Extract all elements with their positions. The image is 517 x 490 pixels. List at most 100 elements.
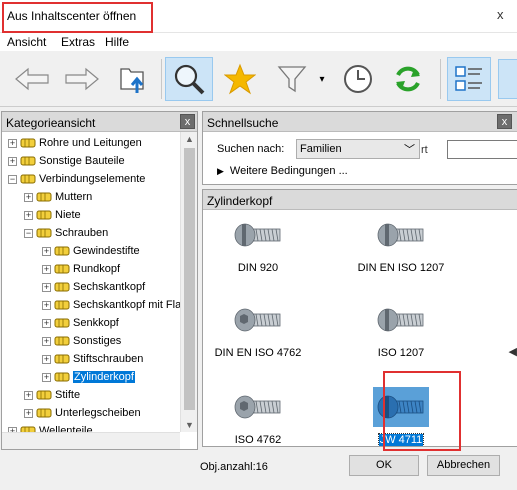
- result-item[interactable]: DIN EN ISO 4762: [208, 298, 308, 376]
- chevron-down-icon: ﹀: [404, 144, 415, 156]
- slotted-screw-icon: [377, 308, 424, 332]
- menu-hilfe[interactable]: Hilfe: [105, 35, 129, 49]
- ok-button[interactable]: OK: [349, 455, 419, 476]
- tree-item-label: Zylinderkopf: [73, 371, 135, 383]
- expand-icon[interactable]: +: [42, 336, 51, 346]
- splitter-arrow-icon[interactable]: ◀: [509, 345, 517, 358]
- selected-item-highlight: [383, 371, 461, 451]
- expand-icon[interactable]: +: [24, 192, 33, 202]
- more-conditions-label: Weitere Bedingungen ...: [229, 165, 348, 177]
- scroll-down-arrow[interactable]: ▼: [185, 420, 194, 430]
- expand-icon[interactable]: +: [8, 156, 17, 166]
- filter-button[interactable]: [272, 57, 312, 101]
- cancel-button[interactable]: Abbrechen: [427, 455, 500, 476]
- expand-icon[interactable]: +: [42, 354, 51, 364]
- back-button[interactable]: [10, 57, 54, 101]
- object-count-value: 16: [255, 461, 268, 473]
- tree-item[interactable]: + Muttern: [24, 188, 92, 206]
- view-list-button[interactable]: [447, 57, 491, 101]
- scroll-thumb[interactable]: [184, 148, 195, 410]
- folder-up-icon: [120, 68, 144, 93]
- search-input[interactable]: [447, 140, 517, 159]
- tree-item[interactable]: + Sechskantkopf: [42, 278, 145, 296]
- folder-up-button[interactable]: [112, 57, 156, 101]
- expand-icon[interactable]: +: [24, 210, 33, 220]
- tree-item[interactable]: + Sonstige Bauteile: [8, 152, 125, 170]
- category-panel-header: Kategorieansicht x: [2, 112, 197, 132]
- expand-icon[interactable]: +: [42, 318, 51, 328]
- expand-icon[interactable]: +: [42, 300, 51, 310]
- tree-item[interactable]: + Stifte: [24, 386, 80, 404]
- result-item[interactable]: DIN EN ISO 1207: [351, 213, 451, 291]
- result-item[interactable]: ISO 4762: [208, 385, 308, 446]
- tree-item[interactable]: + Unterlegscheiben: [24, 404, 141, 422]
- category-folder-icon: [54, 336, 70, 346]
- tree-item[interactable]: + Rundkopf: [42, 260, 120, 278]
- collapse-icon[interactable]: −: [8, 174, 17, 184]
- toolbar: ▾: [0, 51, 517, 107]
- category-folder-icon: [36, 228, 52, 238]
- search-by-dropdown[interactable]: Familien ﹀: [296, 139, 420, 159]
- socket-head-screw-icon: [234, 308, 281, 332]
- tree-item[interactable]: + Zylinderkopf: [42, 368, 135, 386]
- search-icon: [174, 64, 205, 95]
- history-button[interactable]: [336, 57, 380, 101]
- tree-item-label: Unterlegscheiben: [55, 407, 141, 419]
- tree-item-label: Rohre und Leitungen: [39, 137, 142, 149]
- tree-item-label: Schrauben: [55, 227, 109, 239]
- refresh-icon: [396, 66, 420, 92]
- category-horizontal-scrollbar[interactable]: [2, 432, 180, 449]
- menu-ansicht[interactable]: Ansicht: [7, 35, 46, 49]
- tree-item[interactable]: − Verbindungselemente: [8, 170, 145, 188]
- screw-thumbnail: [373, 300, 429, 340]
- window-close-button[interactable]: x: [497, 7, 504, 22]
- expand-icon[interactable]: +: [42, 264, 51, 274]
- favorites-star-icon: [224, 63, 256, 95]
- screw-thumbnail: [373, 215, 429, 255]
- back-arrow-icon: [15, 67, 49, 91]
- search-button[interactable]: [165, 57, 213, 101]
- expand-icon[interactable]: +: [24, 390, 33, 400]
- socket-head-screw-icon: [234, 395, 281, 419]
- tree-item[interactable]: + Sechskantkopf mit Fla: [42, 296, 180, 314]
- scroll-up-arrow[interactable]: ▲: [185, 134, 194, 144]
- category-panel-close-button[interactable]: x: [180, 114, 195, 129]
- menu-extras[interactable]: Extras: [61, 35, 95, 49]
- tree-item[interactable]: + Wellenteile: [8, 422, 93, 432]
- tree-item[interactable]: + Senkkopf: [42, 314, 119, 332]
- collapse-icon[interactable]: −: [24, 228, 33, 238]
- quick-search-title: Schnellsuche: [207, 116, 279, 130]
- title-highlight: [2, 2, 153, 33]
- expand-icon[interactable]: +: [42, 282, 51, 292]
- tree-item[interactable]: + Gewindestifte: [42, 242, 140, 260]
- result-item[interactable]: DIN 920: [208, 213, 308, 291]
- category-panel: Kategorieansicht x + Rohre und Leitungen +…: [1, 111, 198, 450]
- refresh-button[interactable]: [386, 57, 430, 101]
- tree-item-label: Muttern: [55, 191, 93, 203]
- view-toggle-partial[interactable]: [498, 59, 517, 99]
- forward-button[interactable]: [60, 57, 104, 101]
- result-item-label: ISO 1207: [377, 347, 425, 359]
- result-item-label: DIN EN ISO 4762: [214, 347, 302, 359]
- tree-item[interactable]: + Sonstiges: [42, 332, 121, 350]
- result-item[interactable]: ISO 1207: [351, 298, 451, 376]
- category-vertical-scrollbar[interactable]: ▲ ▼: [180, 132, 197, 432]
- more-conditions-toggle[interactable]: ▶ Weitere Bedingungen ...: [217, 165, 348, 177]
- favorites-button[interactable]: [218, 57, 262, 101]
- tree-item-label: Verbindungselemente: [39, 173, 146, 185]
- expand-icon[interactable]: +: [42, 372, 51, 382]
- expand-icon[interactable]: +: [24, 408, 33, 418]
- quick-search-panel: Schnellsuche x Suchen nach: Familien ﹀ r…: [202, 111, 517, 185]
- expand-icon[interactable]: +: [42, 246, 51, 256]
- tree-item[interactable]: − Schrauben: [24, 224, 108, 242]
- tree-item[interactable]: + Stiftschrauben: [42, 350, 143, 368]
- screw-thumbnail: [230, 387, 286, 427]
- tree-item[interactable]: + Niete: [24, 206, 81, 224]
- search-button-cut-label[interactable]: rt: [421, 144, 428, 156]
- results-panel: Zylinderkopf DIN 920 DIN EN ISO 1207 DIN E…: [202, 189, 517, 451]
- result-item-label: DIN EN ISO 1207: [357, 262, 445, 274]
- filter-dropdown[interactable]: ▾: [316, 57, 328, 101]
- tree-item[interactable]: + Rohre und Leitungen: [8, 134, 142, 152]
- expand-icon[interactable]: +: [8, 138, 17, 148]
- quick-search-close-button[interactable]: x: [497, 114, 512, 129]
